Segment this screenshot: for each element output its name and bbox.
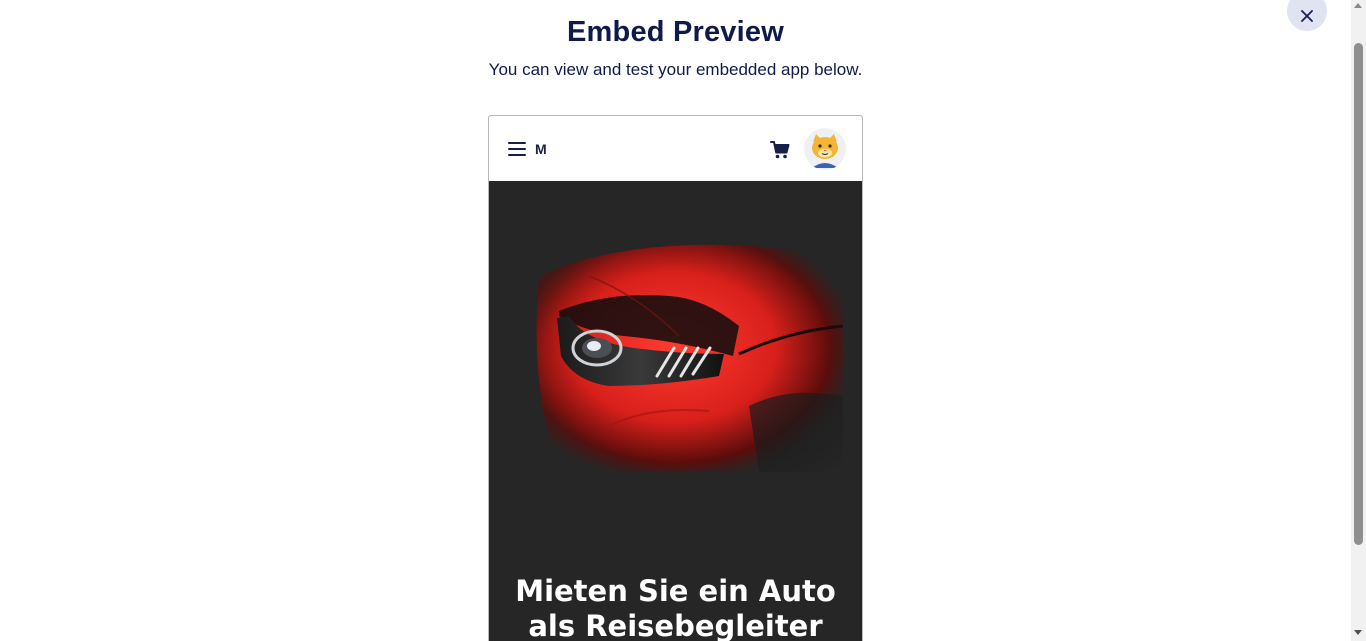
scroll-up-arrow-icon[interactable] — [1354, 3, 1362, 8]
hero-section: Mieten Sie ein Auto als Reisebegleiter — [489, 181, 862, 641]
hamburger-menu-icon[interactable] — [508, 140, 526, 158]
user-avatar[interactable] — [804, 128, 846, 170]
shopping-cart-icon[interactable] — [770, 140, 790, 160]
cat-avatar-icon — [805, 129, 845, 169]
page-subtitle: You can view and test your embedded app … — [488, 60, 863, 79]
scrollbar-thumb[interactable] — [1354, 43, 1363, 545]
scroll-down-arrow-icon[interactable] — [1354, 630, 1362, 635]
app-brand[interactable]: M — [535, 141, 547, 157]
hero-title: Mieten Sie ein Auto als Reisebegleiter — [515, 574, 836, 641]
embed-preview-modal: Embed Preview You can view and test your… — [0, 0, 1351, 641]
app-header: M — [489, 116, 862, 181]
embedded-app-frame[interactable]: M Mieten Sie ein Auto als Reisebegleiter — [488, 115, 863, 641]
page-title: Embed Preview — [567, 16, 784, 48]
page-scrollbar[interactable] — [1351, 0, 1366, 641]
red-sports-car-headlight-image — [529, 236, 843, 472]
